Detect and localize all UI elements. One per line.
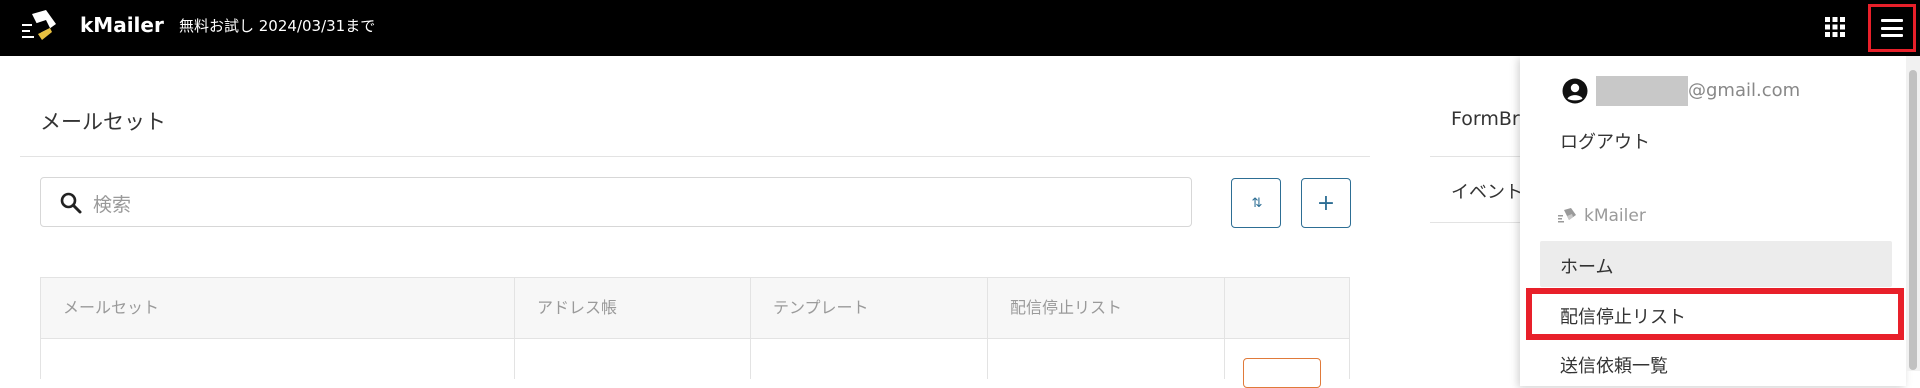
hamburger-menu-icon: [1881, 19, 1903, 37]
card-divider: [1430, 156, 1520, 157]
column-header-unsubscribe-list[interactable]: 配信停止リスト: [988, 278, 1225, 338]
row-cell-divider: [750, 339, 751, 379]
table-header: メールセット アドレス帳 テンプレート 配信停止リスト: [40, 277, 1350, 339]
formbr-card-item[interactable]: イベント: [1451, 178, 1523, 204]
column-header-address-book[interactable]: アドレス帳: [515, 278, 751, 338]
hamburger-menu-button[interactable]: [1868, 4, 1916, 52]
menu-item-unsubscribe-list[interactable]: 配信停止リスト: [1560, 303, 1686, 329]
menu-section-label: kMailer: [1584, 206, 1646, 226]
brand-name[interactable]: kMailer: [80, 13, 164, 37]
row-cell-divider: [987, 339, 988, 379]
add-button[interactable]: +: [1301, 178, 1351, 228]
search-icon: [59, 191, 83, 215]
menu-item-home-label: ホーム: [1560, 257, 1614, 278]
row-cell-divider: [1224, 339, 1225, 379]
formbr-card-title: FormBr: [1451, 108, 1520, 130]
column-header-template[interactable]: テンプレート: [751, 278, 988, 338]
column-header-mailset[interactable]: メールセット: [41, 278, 515, 338]
trial-notice: 無料お試し 2024/03/31まで: [179, 17, 376, 35]
card-divider: [1430, 222, 1520, 223]
kmailer-section-icon: [1558, 208, 1578, 224]
search-placeholder: 検索: [93, 194, 132, 216]
title-divider: [20, 156, 1370, 157]
sort-icon: ⇅: [1251, 195, 1263, 211]
scrollbar-thumb[interactable]: [1909, 70, 1917, 370]
menu-section-kmailer: kMailer: [1558, 206, 1646, 226]
menu-item-logout[interactable]: ログアウト: [1560, 128, 1650, 154]
top-bar: kMailer 無料お試し 2024/03/31まで: [0, 0, 1920, 56]
row-action-button[interactable]: [1243, 358, 1321, 388]
account-email: @gmail.com: [1688, 80, 1801, 101]
apps-grid-icon[interactable]: [1824, 16, 1846, 38]
page-title: メールセット: [40, 110, 166, 134]
table-row: [40, 339, 1350, 379]
menu-item-home[interactable]: ホーム: [1540, 241, 1892, 287]
search-input[interactable]: 検索: [40, 177, 1192, 227]
email-redacted: [1596, 76, 1688, 106]
row-cell-divider: [514, 339, 515, 379]
sort-button[interactable]: ⇅: [1231, 178, 1281, 228]
kmailer-logo-icon[interactable]: [20, 8, 60, 46]
plus-icon: +: [1316, 190, 1336, 216]
menu-item-send-requests[interactable]: 送信依頼一覧: [1560, 352, 1668, 378]
account-circle-icon: [1562, 78, 1588, 104]
